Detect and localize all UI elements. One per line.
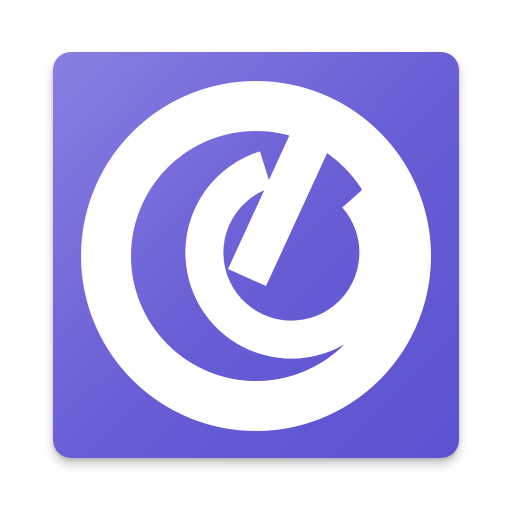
needle [228,132,329,286]
power-dial-icon [81,81,431,431]
app-icon-screen [0,0,512,512]
